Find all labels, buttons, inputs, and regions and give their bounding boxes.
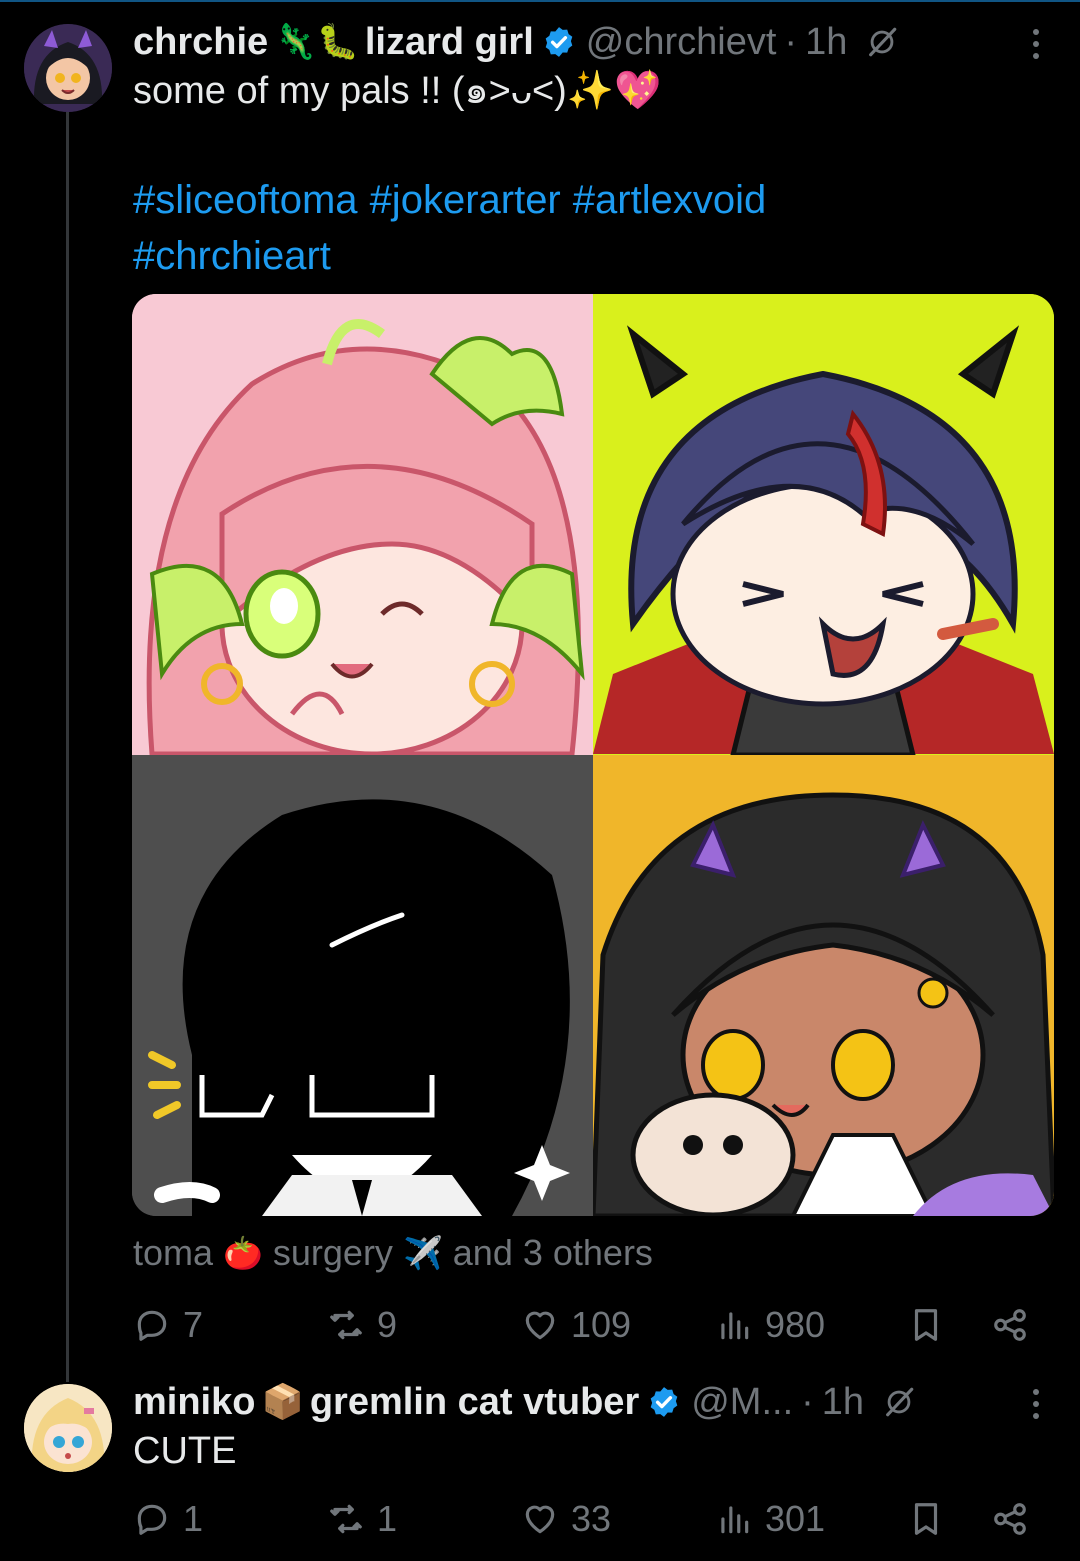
media-grid xyxy=(132,294,1054,1216)
separator-dot: · xyxy=(784,20,798,63)
author-handle[interactable]: @chrchievt xyxy=(586,21,777,64)
hashtag-link[interactable]: #jokerarter xyxy=(370,178,561,222)
repost-button[interactable]: 9 xyxy=(327,1300,397,1350)
views-button[interactable]: 980 xyxy=(715,1300,825,1350)
reply-actions: 1 1 33 301 xyxy=(133,1494,1033,1544)
grok-icon[interactable] xyxy=(882,1385,916,1419)
tweet-time[interactable]: 1h xyxy=(805,21,847,64)
tweet-hashtags: #sliceoftoma #jokerarter #artlexvoid #chrc… xyxy=(133,172,1033,284)
reply-author-avatar[interactable] xyxy=(24,1384,112,1472)
author-avatar[interactable] xyxy=(24,24,112,112)
view-count: 980 xyxy=(765,1304,826,1345)
repost-button[interactable]: 1 xyxy=(327,1494,397,1544)
liked-by-others[interactable]: and 3 others xyxy=(453,1232,653,1274)
heart-icon xyxy=(525,1311,555,1340)
more-options-icon[interactable] xyxy=(1030,1386,1042,1422)
repost-count: 9 xyxy=(377,1304,398,1345)
hashtag-link[interactable]: #chrchieart xyxy=(133,234,331,278)
tweet-text: some of my pals !! (๑>ᴗ<)✨💖 xyxy=(133,70,662,112)
reply-button[interactable]: 1 xyxy=(133,1494,203,1544)
share-icon xyxy=(994,1309,1026,1341)
bookmark-button[interactable] xyxy=(907,1300,945,1350)
views-button[interactable]: 301 xyxy=(715,1494,825,1544)
media-image-demon-character[interactable] xyxy=(593,294,1054,755)
tweet-header: chrchie 🦎🐛 lizard girl @chrchievt · 1h xyxy=(133,18,1063,66)
bookmark-button[interactable] xyxy=(907,1494,945,1544)
hashtag-link[interactable]: #sliceoftoma xyxy=(133,178,358,222)
author-name[interactable]: chrchie xyxy=(133,21,268,64)
reply-icon xyxy=(137,1504,167,1535)
share-button[interactable] xyxy=(991,1494,1029,1544)
repost-count: 1 xyxy=(377,1498,398,1539)
reply-author-name[interactable]: miniko xyxy=(133,1381,255,1424)
media-image-silhouette-character[interactable] xyxy=(132,755,593,1216)
liked-by-summary[interactable]: toma 🍅 surgery ✈️ and 3 others xyxy=(133,1230,653,1276)
reply-text: CUTE xyxy=(133,1430,237,1472)
reply-time[interactable]: 1h xyxy=(822,1381,864,1424)
tweet-actions: 7 9 109 980 xyxy=(133,1300,1033,1350)
share-icon xyxy=(994,1503,1026,1535)
reply-header: miniko 📦 gremlin cat vtuber @M... · 1h xyxy=(133,1378,1063,1426)
heart-icon xyxy=(525,1505,555,1534)
airplane-emoji: ✈️ xyxy=(402,1235,443,1271)
like-count: 33 xyxy=(571,1498,612,1539)
grok-icon[interactable] xyxy=(865,25,899,59)
reply-author-emoji: 📦 xyxy=(261,1383,304,1421)
reply-button[interactable]: 7 xyxy=(133,1300,203,1350)
reply-author-handle[interactable]: @M... xyxy=(691,1381,793,1424)
liked-by-user[interactable]: toma xyxy=(133,1232,213,1274)
reply-icon xyxy=(137,1310,167,1341)
repost-icon xyxy=(330,1504,362,1534)
top-accent-line xyxy=(0,0,1080,2)
reply-count: 1 xyxy=(183,1498,204,1539)
author-name-emojis: 🦎🐛 xyxy=(274,23,359,61)
views-icon xyxy=(721,1506,749,1534)
hashtag-link[interactable]: #artlexvoid xyxy=(573,178,766,222)
like-count: 109 xyxy=(571,1304,632,1345)
thread-connector-line xyxy=(66,112,69,1382)
bookmark-icon xyxy=(914,1503,938,1535)
tomato-emoji: 🍅 xyxy=(223,1235,263,1271)
like-button[interactable]: 33 xyxy=(521,1494,611,1544)
more-options-icon[interactable] xyxy=(1030,26,1042,62)
media-image-lizard-girl-character[interactable] xyxy=(593,755,1054,1216)
author-name-suffix[interactable]: lizard girl xyxy=(365,21,534,64)
liked-by-user[interactable]: surgery xyxy=(273,1232,393,1274)
reply-author-name-suffix[interactable]: gremlin cat vtuber xyxy=(310,1381,639,1424)
share-button[interactable] xyxy=(991,1300,1029,1350)
bookmark-icon xyxy=(914,1309,938,1341)
views-icon xyxy=(721,1312,749,1340)
verified-badge-icon xyxy=(650,1387,678,1417)
repost-icon xyxy=(330,1310,362,1340)
view-count: 301 xyxy=(765,1498,826,1539)
like-button[interactable]: 109 xyxy=(521,1300,631,1350)
separator-dot: · xyxy=(801,1380,814,1423)
media-image-pink-character[interactable] xyxy=(132,294,593,755)
verified-badge-icon xyxy=(545,27,573,57)
reply-count: 7 xyxy=(183,1304,204,1345)
